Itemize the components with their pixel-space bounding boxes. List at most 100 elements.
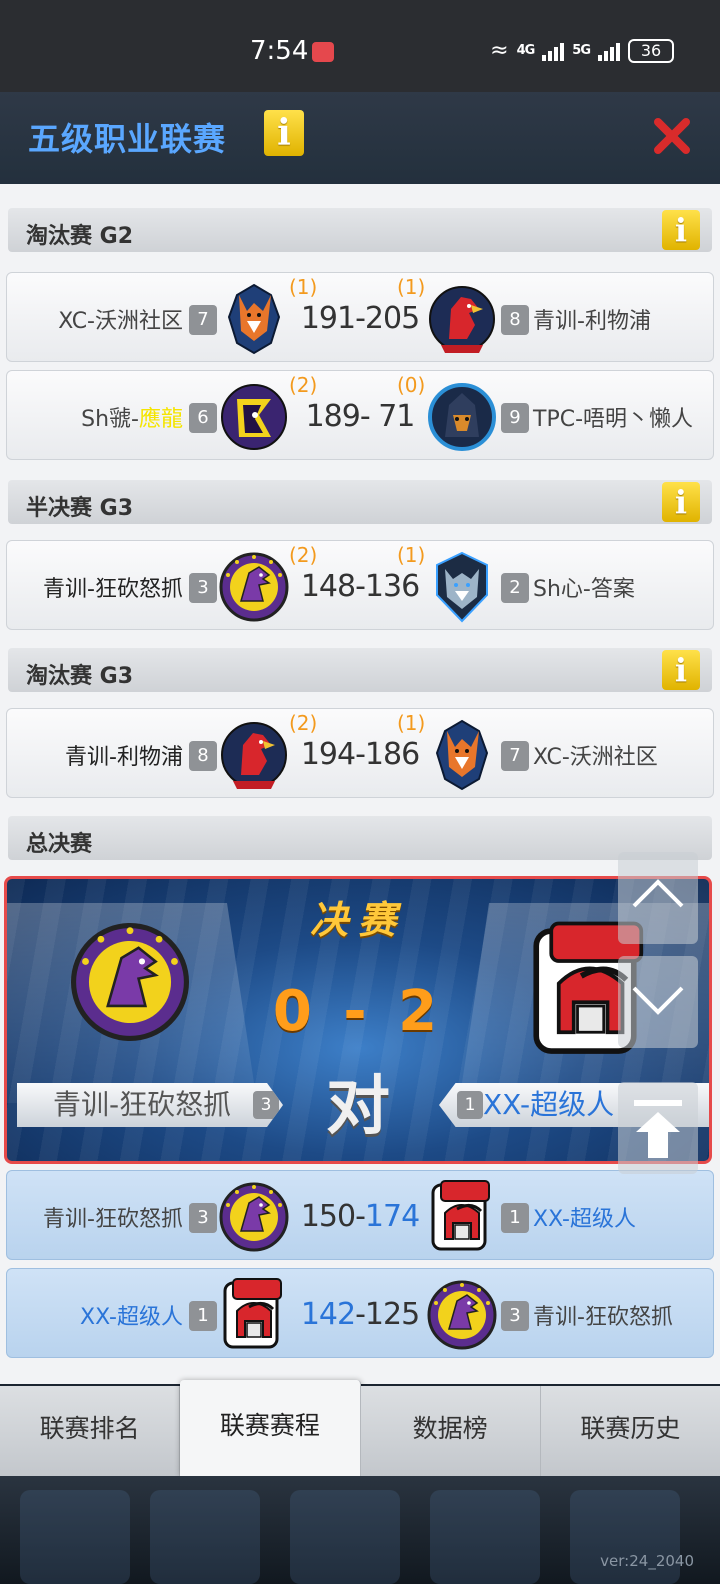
right-seed-badge: 1	[501, 1203, 529, 1233]
section-label: 淘汰赛 G2	[26, 224, 134, 249]
score-separator: -	[355, 1199, 366, 1234]
left-team-name: 青训-狂砍怒抓	[43, 1207, 183, 1232]
chevron-up-icon	[632, 879, 684, 908]
left-seed-badge: 3	[189, 1203, 217, 1233]
match-score: 189- 71	[295, 399, 425, 434]
status-time: 7:54	[250, 36, 309, 66]
right-team-name: XC-沃洲社区	[533, 745, 658, 770]
left-series-wins: (2)	[289, 373, 318, 397]
left-seed-badge: 1	[189, 1301, 217, 1331]
left-series-wins: (2)	[289, 711, 318, 735]
left-team-name: XC-沃洲社区	[58, 309, 183, 334]
rooster-logo-icon	[221, 722, 287, 790]
tab-league-ranking[interactable]: 联赛排名	[0, 1386, 181, 1476]
status-bar: 7:54 ≈ 4G 5G 36	[0, 0, 720, 92]
griffin-logo-icon	[427, 1280, 497, 1350]
score-separator: -	[355, 569, 366, 604]
section-label: 淘汰赛 G3	[26, 664, 134, 689]
left-seed-badge: 3	[253, 1091, 279, 1119]
match-row[interactable]: XX-超级人 1 142-125 3 青训-狂砍怒抓	[6, 1268, 714, 1358]
shadow-logo-icon	[221, 384, 287, 450]
right-series-wins: (1)	[397, 275, 426, 299]
background-menu-icon	[150, 1490, 260, 1584]
right-seed-badge: 8	[501, 305, 529, 335]
close-icon[interactable]	[652, 116, 692, 156]
info-icon[interactable]: i	[662, 482, 700, 522]
right-seed-badge: 2	[501, 573, 529, 603]
info-icon[interactable]: i	[662, 650, 700, 690]
right-team-name: XX-超级人	[483, 1088, 615, 1121]
left-score: 150	[300, 1199, 356, 1234]
network-4g-label: 4G	[516, 43, 536, 58]
right-series-wins: (0)	[397, 373, 426, 397]
network-5g-label: 5G	[572, 43, 591, 58]
section-header: 淘汰赛 G3 i	[8, 648, 712, 692]
final-left-team-plate: 青训-狂砍怒抓 3	[17, 1083, 283, 1127]
left-team-name: 青训-狂砍怒抓	[53, 1088, 232, 1121]
left-score: 189	[305, 399, 361, 434]
left-seed-badge: 7	[189, 305, 217, 335]
right-team-name: Sh心-答案	[533, 577, 635, 602]
final-title: 决赛	[309, 898, 406, 942]
wolf-logo-icon	[436, 552, 488, 622]
right-score: 125	[364, 1297, 420, 1332]
tab-league-schedule[interactable]: 联赛赛程	[180, 1380, 361, 1476]
match-row[interactable]: Sh虢-應龍 6 (2) 189- 71 (0) 9 TPC-唔明丶懒人	[6, 370, 714, 460]
right-team-name: 青训-利物浦	[533, 309, 651, 334]
info-icon[interactable]: i	[264, 110, 304, 156]
left-series-wins: (1)	[289, 275, 318, 299]
signal-icon-2	[598, 41, 620, 61]
match-score: 194-186	[295, 737, 425, 772]
right-series-wins: (1)	[397, 543, 426, 567]
match-score: 191-205	[295, 301, 425, 336]
right-seed-badge: 1	[457, 1091, 483, 1119]
right-team-name: TPC-唔明丶懒人	[533, 407, 694, 432]
schedule-panel[interactable]: 淘汰赛 G2 i XC-沃洲社区 7 (1) 191-205 (1) 8 青训-…	[0, 184, 720, 1384]
left-team-name: XX-超级人	[80, 1305, 183, 1330]
bottom-tab-bar: 联赛排名 联赛赛程 数据榜 联赛历史	[0, 1380, 720, 1476]
scroll-up-button[interactable]	[618, 852, 698, 944]
left-score: 148	[300, 569, 356, 604]
scroll-to-top-button[interactable]	[618, 1082, 698, 1174]
section-header: 淘汰赛 G2 i	[8, 208, 712, 252]
right-seed-badge: 7	[501, 741, 529, 771]
right-score: 205	[364, 301, 420, 336]
left-team-name: Sh虢-應龍	[81, 401, 183, 433]
match-row[interactable]: XC-沃洲社区 7 (1) 191-205 (1) 8 青训-利物浦	[6, 272, 714, 362]
score-separator: -	[355, 737, 366, 772]
spartan-logo-icon	[223, 1277, 283, 1349]
left-score: 191	[300, 301, 356, 336]
background-menu-icon	[290, 1490, 400, 1584]
signal-icon	[542, 41, 565, 61]
right-score: 71	[369, 399, 415, 434]
match-score: 148-136	[295, 569, 425, 604]
left-team-name: 青训-利物浦	[65, 745, 183, 770]
match-row[interactable]: 青训-狂砍怒抓 3 (2) 148-136 (1) 2 Sh心-答案	[6, 540, 714, 630]
right-score: 186	[364, 737, 420, 772]
right-seed-badge: 9	[501, 403, 529, 433]
rooster-logo-icon	[429, 286, 495, 354]
left-team-highlight: 應龍	[138, 407, 183, 432]
match-score: 142-125	[295, 1297, 425, 1332]
tab-league-history[interactable]: 联赛历史	[540, 1386, 720, 1476]
background-menu-icon	[430, 1490, 540, 1584]
match-score: 150-174	[295, 1199, 425, 1234]
page-title: 五级职业联赛	[28, 120, 227, 158]
right-team-name: XX-超级人	[533, 1207, 636, 1232]
section-label: 总决赛	[26, 832, 93, 857]
final-series-score: 0 - 2	[272, 979, 444, 1044]
info-icon[interactable]: i	[662, 210, 700, 250]
hood-logo-icon	[428, 383, 496, 451]
left-series-wins: (2)	[289, 543, 318, 567]
match-row[interactable]: 青训-利物浦 8 (2) 194-186 (1) 7 XC-沃洲社区	[6, 708, 714, 798]
right-team-name: 青训-狂砍怒抓	[533, 1305, 673, 1330]
tab-stats-board[interactable]: 数据榜	[360, 1386, 541, 1476]
scroll-down-button[interactable]	[618, 956, 698, 1048]
left-seed-badge: 6	[189, 403, 217, 433]
wifi-icon: ≈	[490, 38, 509, 63]
final-banner[interactable]: 决赛 0 - 2 对 青训-狂砍怒抓 3 1 XX-超级人	[4, 876, 712, 1164]
battery-icon: 36	[628, 38, 674, 63]
status-icons: ≈ 4G 5G 36	[490, 38, 674, 63]
spartan-logo-icon	[431, 1179, 491, 1251]
match-row[interactable]: 青训-狂砍怒抓 3 150-174 1 XX-超级人	[6, 1170, 714, 1260]
